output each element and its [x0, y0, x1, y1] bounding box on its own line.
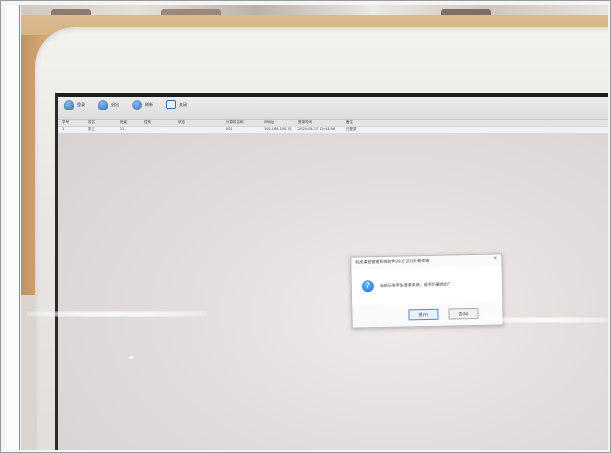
- column-header: IP地址: [264, 120, 275, 124]
- toolbar-login-label: 登录: [77, 102, 85, 107]
- table-cell: 2024-04-17 10:44:56: [298, 127, 336, 131]
- toolbar-exit-button[interactable]: 关闭: [166, 100, 187, 109]
- column-header: 备注: [346, 120, 353, 124]
- table-cell: 1: [62, 127, 65, 131]
- confirm-dialog: 机房课堂管理系统软件V9.0 2016 教师端 ✕ ? 当前已有学生登录系统，是…: [350, 253, 504, 329]
- student-table-header: 学号 姓名 班级 性别 状态 计算机名称 IP地址 登录时间 备注: [58, 120, 608, 126]
- user-logout-icon: [98, 100, 108, 110]
- photo-frame: 登录 退出 刷新 关闭 学号 姓名 班级 性别 状态 计算机名称 IP地址 登录…: [0, 0, 611, 453]
- dialog-message: 当前已有学生登录系统，是否仍要退出？: [379, 281, 452, 288]
- light-reflection: [27, 311, 207, 317]
- column-header: 性别: [144, 120, 151, 124]
- column-header: 姓名: [88, 120, 95, 124]
- table-cell: 张三: [88, 127, 95, 131]
- column-header: 计算机名称: [226, 120, 244, 124]
- refresh-icon: [132, 100, 142, 110]
- toolbar-login-button[interactable]: 登录: [64, 100, 85, 110]
- left-border-strip: [5, 5, 20, 450]
- monitor-screen: 登录 退出 刷新 关闭 学号 姓名 班级 性别 状态 计算机名称 IP地址 登录…: [55, 93, 608, 450]
- no-button[interactable]: 否(N): [448, 307, 479, 320]
- yes-button[interactable]: 是(Y): [408, 308, 439, 321]
- column-header: 登录时间: [298, 120, 312, 124]
- exit-icon: [166, 100, 176, 109]
- app-toolbar: 登录 退出 刷新 关闭: [58, 97, 608, 120]
- toolbar-refresh-button[interactable]: 刷新: [132, 100, 153, 110]
- table-cell: 192.168.100.11: [264, 127, 292, 131]
- dialog-title: 机房课堂管理系统软件V9.0 2016 教师端: [355, 257, 430, 265]
- table-cell: 21: [120, 127, 125, 131]
- photograph: 登录 退出 刷新 关闭 学号 姓名 班级 性别 状态 计算机名称 IP地址 登录…: [21, 5, 608, 450]
- close-icon[interactable]: ✕: [493, 256, 497, 262]
- table-cell: IIS1: [226, 127, 233, 131]
- column-header: 学号: [62, 120, 69, 124]
- column-header: 状态: [178, 120, 185, 124]
- dialog-body: ? 当前已有学生登录系统，是否仍要退出？: [351, 266, 503, 306]
- table-row[interactable]: 1 张三 21 IIS1 192.168.100.11 2024-04-17 1…: [58, 127, 608, 133]
- user-login-icon: [64, 100, 74, 110]
- light-spot: [129, 356, 134, 359]
- column-header: 班级: [120, 120, 127, 124]
- light-reflection: [483, 317, 608, 323]
- toolbar-exit-label: 关闭: [179, 101, 187, 107]
- toolbar-logout-label: 退出: [111, 102, 119, 107]
- toolbar-logout-button[interactable]: 退出: [98, 100, 119, 110]
- question-icon: ?: [361, 280, 375, 293]
- table-cell: 已登录: [346, 127, 357, 131]
- toolbar-refresh-label: 刷新: [145, 102, 153, 107]
